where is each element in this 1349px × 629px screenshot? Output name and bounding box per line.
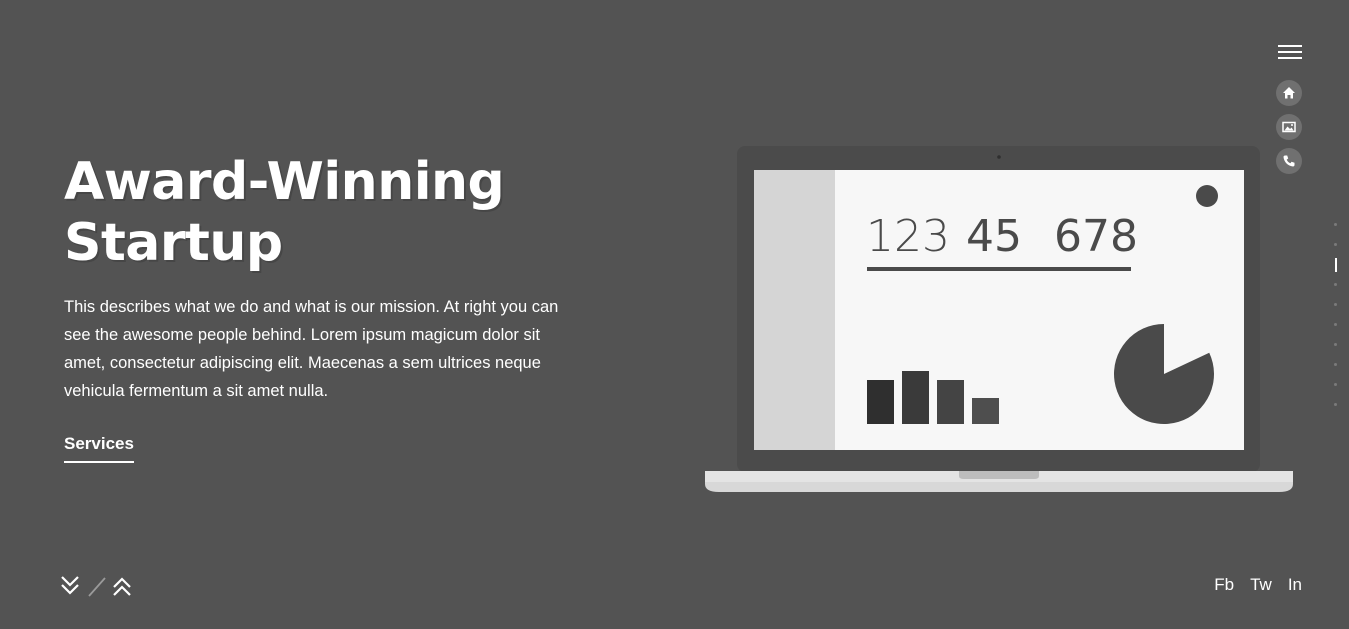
page-dot-active[interactable] xyxy=(1335,258,1337,272)
hamburger-icon[interactable] xyxy=(1278,44,1302,60)
page-dot[interactable] xyxy=(1334,243,1337,246)
screen-sidebar xyxy=(754,170,835,450)
screen-number-2: 45 xyxy=(966,211,1022,262)
page-dot[interactable] xyxy=(1334,303,1337,306)
linkedin-link[interactable]: In xyxy=(1288,575,1302,595)
screen-underline xyxy=(867,267,1131,271)
gallery-button[interactable] xyxy=(1276,114,1302,140)
twitter-link[interactable]: Tw xyxy=(1250,575,1272,595)
home-button[interactable] xyxy=(1276,80,1302,106)
page-dot[interactable] xyxy=(1334,403,1337,406)
screen-status-dot xyxy=(1196,185,1218,207)
screen-number-1: 123 xyxy=(866,211,950,262)
page-dot[interactable] xyxy=(1334,383,1337,386)
page-dot[interactable] xyxy=(1334,223,1337,226)
services-link[interactable]: Services xyxy=(64,434,134,463)
scroll-nav xyxy=(60,574,136,600)
screen-bar xyxy=(937,380,964,424)
double-chevron-up-icon[interactable] xyxy=(112,574,132,598)
hero-title: Award-Winning Startup xyxy=(64,152,505,274)
page-dot[interactable] xyxy=(1334,343,1337,346)
page-dot[interactable] xyxy=(1334,323,1337,326)
screen-bar xyxy=(902,371,929,424)
screen-bar xyxy=(867,380,894,424)
hero-description: This describes what we do and what is ou… xyxy=(64,298,559,400)
gallery-icon xyxy=(1282,121,1296,133)
home-icon xyxy=(1283,87,1295,99)
screen-bar xyxy=(972,398,999,424)
laptop-camera xyxy=(997,155,1001,159)
social-links: Fb Tw In xyxy=(1214,575,1302,595)
facebook-link[interactable]: Fb xyxy=(1214,575,1234,595)
laptop-notch xyxy=(959,471,1039,479)
double-chevron-down-icon[interactable] xyxy=(60,574,80,598)
hero-title-line2: Startup xyxy=(64,213,283,273)
page-dot[interactable] xyxy=(1334,363,1337,366)
divider-slash xyxy=(88,577,106,597)
laptop-illustration: 123 45 678 xyxy=(705,146,1293,492)
screen-number-3: 678 xyxy=(1054,211,1138,262)
hero-title-line1: Award-Winning xyxy=(64,152,505,212)
page-dot[interactable] xyxy=(1334,283,1337,286)
